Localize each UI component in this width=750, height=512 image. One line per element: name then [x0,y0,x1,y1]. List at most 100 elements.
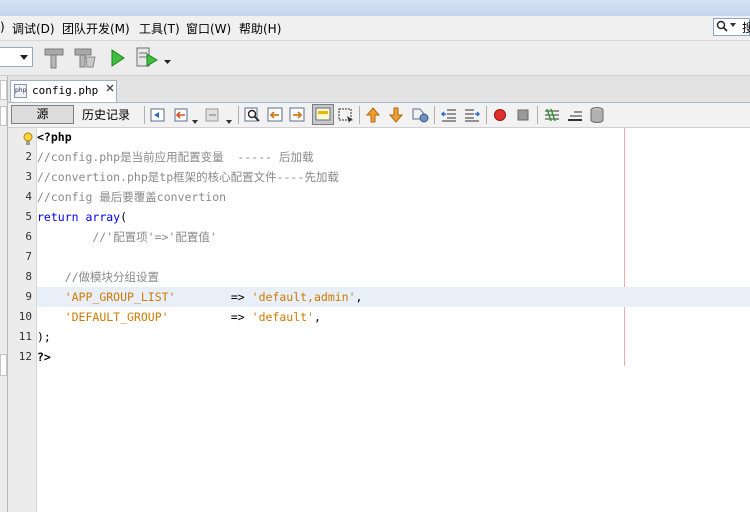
code-text: return array( [37,207,750,227]
code-token: //做模块分组设置 [37,270,160,284]
code-token: 'DEFAULT_GROUP' [64,310,169,324]
code-token: //config 最后要覆盖convertion [37,190,227,204]
quick-search-input[interactable]: 搜 [713,18,750,36]
menu-partial[interactable]: ) [0,20,5,34]
left-panel-tab[interactable] [0,80,7,100]
run-icon[interactable] [109,47,127,72]
toolbar-separator [359,106,360,124]
code-line[interactable]: 3 //convertion.php是tp框架的核心配置文件----先加载 [8,167,750,187]
close-icon[interactable] [106,84,114,95]
back-icon[interactable] [173,106,191,127]
chevron-down-icon [20,55,28,60]
code-line[interactable]: 2 //config.php是当前应用配置变量 ----- 后加载 [8,147,750,167]
code-line[interactable]: 12 ?> [8,347,750,367]
find-icon[interactable] [244,106,262,127]
code-token: //'配置项'=>'配置值' [37,230,217,244]
code-line[interactable]: 10 'DEFAULT_GROUP' => 'default', [8,307,750,327]
code-line[interactable]: 11); [8,327,750,347]
start-macro-recording-icon[interactable] [492,107,508,126]
code-line[interactable]: 7 [8,247,750,267]
debug-dropdown-icon[interactable] [164,54,171,68]
code-text: ); [37,327,750,347]
left-panel-edge [0,76,8,512]
hammer-icon[interactable] [43,47,65,72]
code-token: ); [37,330,51,344]
main-toolbar [0,41,750,76]
toggle-rectangular-selection-icon[interactable] [337,106,355,127]
code-text: <?php [37,127,750,147]
debug-icon[interactable] [135,46,161,73]
toolbar-separator [486,106,487,124]
find-next-icon[interactable] [289,106,307,127]
back-dropdown-icon[interactable] [192,113,198,127]
menu-debug[interactable]: 调试(D) [12,20,55,37]
code-text: 'APP_GROUP_LIST' => 'default,admin', [37,287,750,307]
shift-right-icon[interactable] [463,106,481,127]
line-number: 9 [25,290,32,303]
editor-toolbar: 源 历史记录 [8,103,750,128]
code-text: ?> [37,347,750,367]
forward-dropdown-icon[interactable] [226,113,232,127]
code-line[interactable]: <?php [8,127,750,147]
menu-help[interactable]: 帮助(H) [239,20,281,37]
code-line[interactable]: 6 //'配置项'=>'配置值' [8,227,750,247]
menu-team[interactable]: 团队开发(M) [62,20,130,37]
tab-config-php[interactable]: php config.php [10,80,117,102]
find-previous-icon[interactable] [267,106,285,127]
uncomment-icon[interactable] [566,106,584,127]
line-number: 4 [25,190,32,203]
line-number: 6 [25,230,32,243]
code-text: //config 最后要覆盖convertion [37,187,750,207]
code-token: , [313,310,321,324]
toolbar-separator [537,106,538,124]
source-view-button[interactable]: 源 [11,105,74,124]
line-number: 10 [18,310,32,323]
code-line[interactable]: 9 'APP_GROUP_LIST' => 'default,admin', [8,287,750,307]
shift-left-icon[interactable] [440,106,458,127]
code-token: array [85,210,121,224]
code-text: //convertion.php是tp框架的核心配置文件----先加载 [37,167,750,187]
toolbar-separator [434,106,435,124]
menu-tools[interactable]: 工具(T) [139,20,180,37]
toggle-highlight-search-icon[interactable] [312,104,334,125]
code-token: => [175,290,252,304]
last-edit-icon[interactable] [149,106,167,127]
window-title-bar [0,0,750,16]
line-number: 7 [25,250,32,263]
php-file-icon: php [14,84,27,98]
next-bookmark-icon[interactable] [387,106,405,127]
database-icon[interactable] [589,106,605,127]
config-combo[interactable] [0,47,33,67]
code-token: <?php [37,130,72,144]
toolbar-separator [144,106,145,124]
stop-macro-recording-icon[interactable] [515,107,531,126]
search-icon [716,20,728,35]
code-text: //做模块分组设置 [37,267,750,287]
code-token: ( [120,210,128,224]
code-line[interactable]: 5 return array( [8,207,750,227]
left-panel-tab[interactable] [0,354,7,376]
line-number: 11 [18,330,32,343]
code-line[interactable]: 4 //config 最后要覆盖convertion [8,187,750,207]
code-line[interactable]: 8 //做模块分组设置 [8,267,750,287]
tab-label: config.php [32,84,99,97]
clean-build-icon[interactable] [73,47,97,72]
line-number: 12 [18,350,32,363]
search-dropdown-arrow-icon[interactable] [730,23,736,27]
code-token: 'APP_GROUP_LIST' [64,290,176,304]
line-number: 3 [25,170,32,183]
code-token: 'default,admin' [251,290,356,304]
code-token: , [355,290,363,304]
forward-icon[interactable] [204,106,222,127]
line-number: 8 [25,270,32,283]
toggle-bookmark-icon[interactable] [410,106,430,127]
toolbar-separator [238,106,239,124]
code-token: //config.php是当前应用配置变量 ----- 后加载 [37,150,314,164]
history-view-button[interactable]: 历史记录 [82,106,130,123]
comment-icon[interactable] [543,106,561,127]
previous-bookmark-icon[interactable] [364,106,382,127]
left-panel-tab[interactable] [0,106,7,126]
menu-window[interactable]: 窗口(W) [186,20,231,37]
